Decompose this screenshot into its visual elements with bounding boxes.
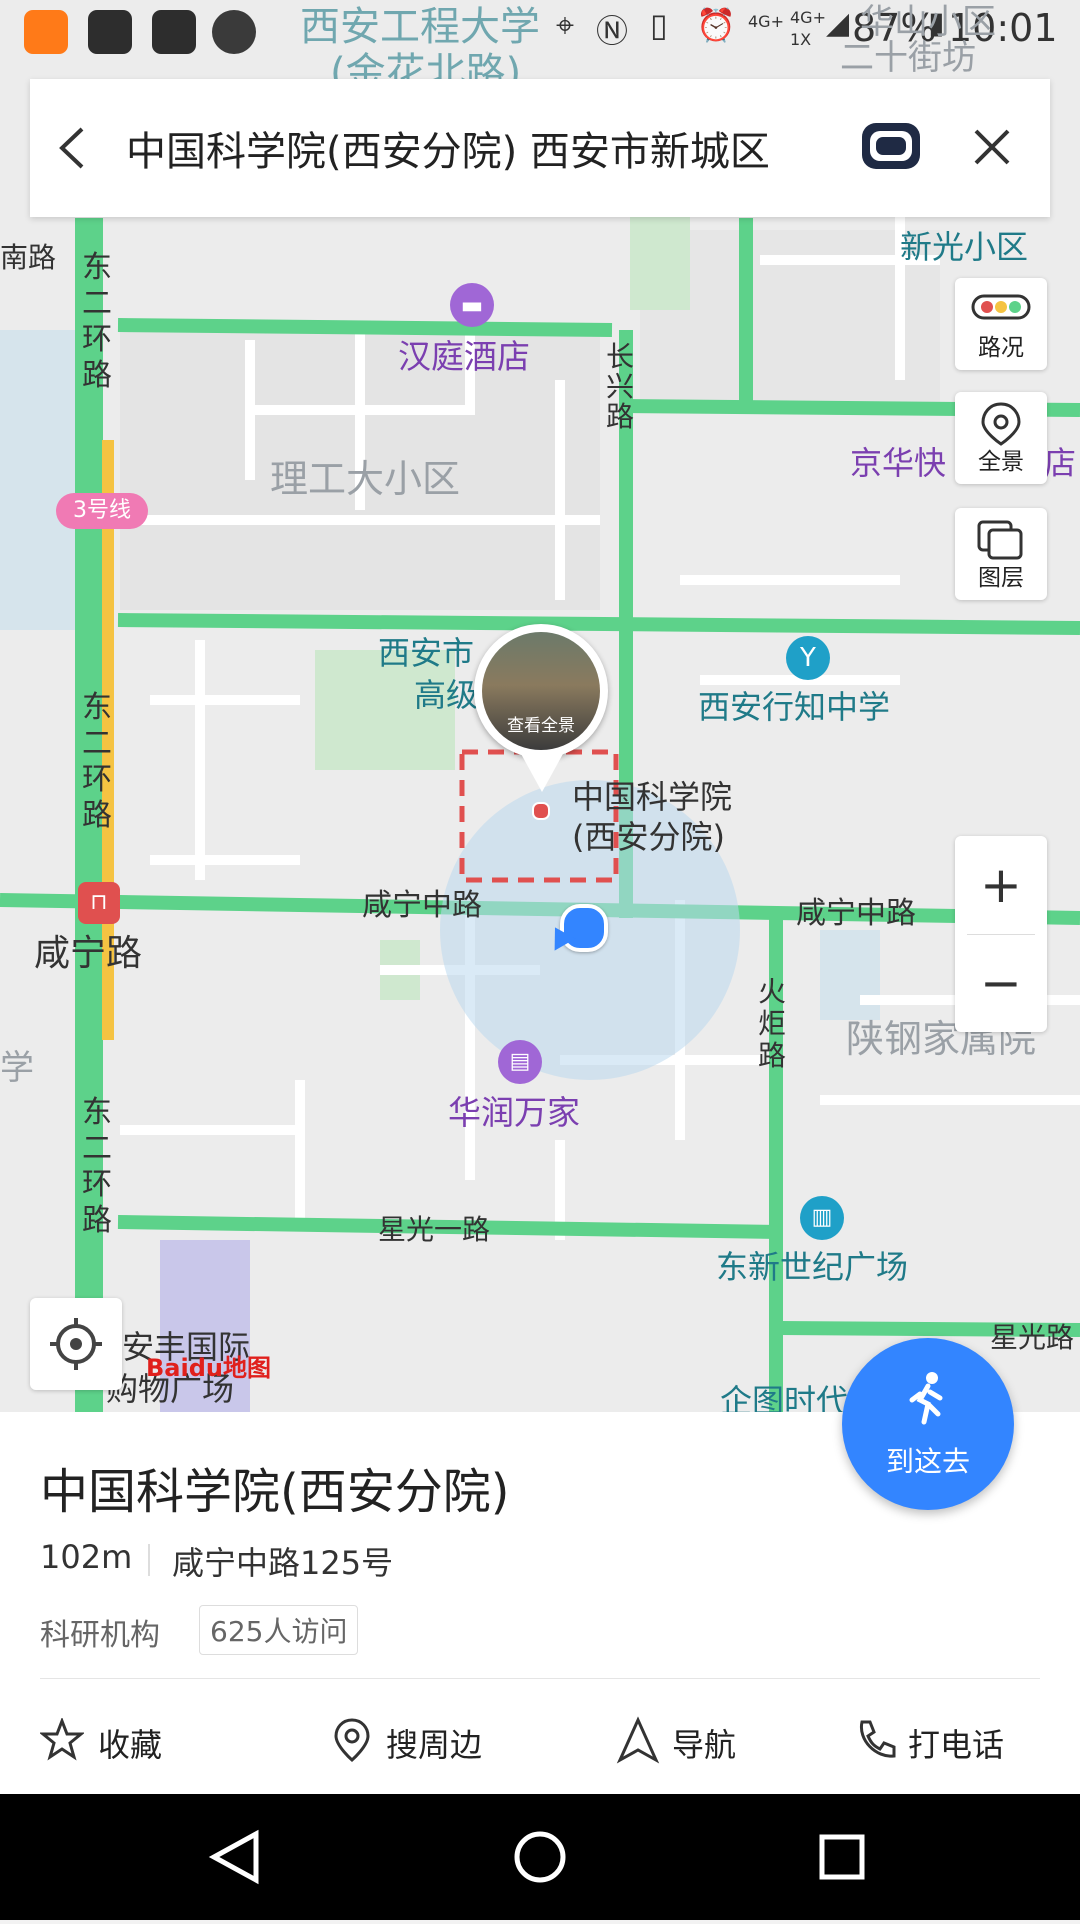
map-label: 南路: [0, 241, 57, 274]
map-poi-label: 店: [1044, 444, 1077, 482]
map-poi-label: 企图时代: [720, 1382, 849, 1412]
action-label: 导航: [672, 1726, 737, 1764]
zoom-controls: + −: [955, 836, 1047, 1032]
back-arrow-icon[interactable]: [52, 123, 92, 173]
map-app-icon: [152, 10, 196, 54]
baidu-app-icon: [88, 10, 132, 54]
shopping-icon[interactable]: ▤: [498, 1040, 542, 1084]
map-poi-label: 京华快: [850, 444, 947, 482]
panorama-button[interactable]: 全景: [955, 392, 1047, 484]
app-icon: [24, 10, 68, 54]
home-icon[interactable]: [514, 1831, 566, 1883]
map-road-label: 星光一路: [378, 1213, 491, 1246]
cloud-warning-icon: [212, 10, 256, 54]
location-pin-icon: [334, 1718, 370, 1762]
map-road-label: 东二环路: [82, 690, 112, 833]
map-label: 学: [0, 1048, 34, 1088]
nfc-icon: Ⓝ: [596, 12, 629, 50]
divider: [40, 1678, 1040, 1679]
traffic-light-icon: [971, 294, 1031, 320]
metro-station-icon[interactable]: ⊓: [78, 882, 120, 924]
search-bar[interactable]: 中国科学院(西安分院) 西安市新城区: [30, 79, 1050, 217]
search-query[interactable]: 中国科学院(西安分院) 西安市新城区: [126, 119, 770, 177]
traffic-button[interactable]: 路况: [955, 278, 1047, 370]
back-icon[interactable]: [208, 1829, 259, 1885]
layers-label: 图层: [978, 565, 1024, 591]
network-type-label-2: 4G+: [790, 8, 826, 27]
visit-count-badge: 625人访问: [199, 1605, 359, 1655]
action-label: 收藏: [98, 1726, 163, 1764]
map-road-label: 长兴路: [606, 340, 635, 433]
place-distance: 102m: [40, 1538, 133, 1576]
poi-marker-dot: [532, 802, 550, 820]
hotel-icon[interactable]: ▬: [450, 283, 494, 327]
system-navigation-bar: [0, 1794, 1080, 1920]
panorama-label: 查看全景: [507, 716, 575, 736]
school-icon[interactable]: Y: [786, 636, 830, 680]
layers-icon: [977, 520, 1023, 560]
divider: [148, 1544, 150, 1576]
map-poi-label: 高级: [414, 676, 479, 714]
crosshair-icon: [50, 1318, 102, 1370]
building-icon[interactable]: ▥: [800, 1196, 844, 1240]
go-here-button[interactable]: 到这去: [842, 1338, 1014, 1510]
action-label: 搜周边: [386, 1726, 483, 1764]
phone-icon: [859, 1720, 896, 1758]
metro-line-badge: 3号线: [56, 493, 148, 529]
navigation-arrow-icon: [616, 1716, 660, 1764]
map-poi-label[interactable]: 华润万家: [448, 1086, 580, 1134]
recents-icon[interactable]: [819, 1834, 865, 1880]
marker-pointer: [520, 752, 564, 792]
panorama-bubble[interactable]: 查看全景: [474, 624, 608, 758]
map-poi-label[interactable]: 汉庭酒店: [398, 330, 530, 378]
map-road-label: 火炬路: [758, 975, 787, 1072]
place-category: 科研机构: [40, 1618, 160, 1653]
go-here-label: 到这去: [885, 1445, 970, 1478]
place-address: 咸宁中路125号: [172, 1544, 394, 1582]
map-poi-label[interactable]: 西安行知中学: [698, 682, 890, 728]
panorama-label: 全景: [978, 449, 1024, 475]
alarm-icon: ⏰: [696, 6, 736, 44]
map-poi-label: 西安市: [378, 634, 475, 672]
place-title: 中国科学院(西安分院): [40, 1464, 510, 1520]
assistant-robot-icon[interactable]: [862, 123, 920, 169]
network-type-label: 4G+: [748, 12, 784, 31]
location-status-icon: ⌖: [556, 6, 575, 44]
layers-button[interactable]: 图层: [955, 508, 1047, 600]
star-icon: [40, 1718, 84, 1761]
walking-icon: [909, 1372, 943, 1425]
map-label: 新光小区: [900, 228, 1029, 266]
navigation-icons: [208, 1829, 865, 1885]
traffic-label: 路况: [978, 335, 1024, 361]
action-label: 打电话: [908, 1726, 1005, 1764]
map-road-label: 星光路: [990, 1321, 1075, 1354]
map-poi-label[interactable]: 东新世纪广场: [716, 1242, 908, 1288]
map-road-label: 咸宁中路: [796, 896, 916, 931]
map-road-label: 咸宁中路: [362, 888, 482, 923]
zoom-in-button[interactable]: +: [955, 836, 1047, 934]
map-road-label: 东二环路: [82, 250, 112, 393]
zoom-out-button[interactable]: −: [955, 934, 1047, 1032]
map-road-label: 东二环路: [82, 1095, 112, 1238]
vibrate-icon: ▯: [650, 6, 668, 44]
network-type-label-3: 1X: [790, 30, 812, 49]
baidu-logo: Baidu地图: [146, 1354, 271, 1382]
map-poi-label: (西安分院): [572, 818, 725, 856]
panorama-thumbnail: 查看全景: [482, 632, 600, 750]
map-station-label[interactable]: 咸宁路: [34, 924, 142, 976]
map-label: 理工大小区: [270, 457, 461, 501]
panorama-pin-icon: [981, 402, 1021, 446]
locate-me-button[interactable]: [30, 1298, 122, 1390]
close-icon[interactable]: [970, 125, 1014, 169]
map-label: 二十街坊: [840, 38, 976, 78]
